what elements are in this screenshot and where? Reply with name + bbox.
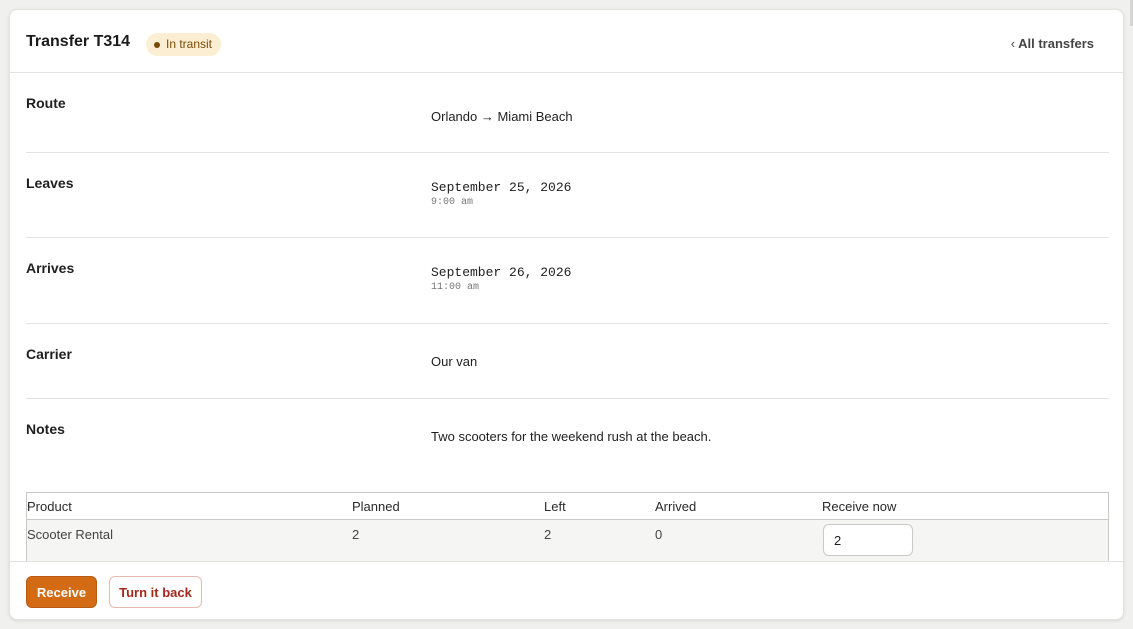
detail-row-carrier: Carrier Our van <box>26 324 1109 399</box>
status-badge: In transit <box>146 33 222 56</box>
notes-label: Notes <box>26 421 65 437</box>
detail-row-notes: Notes Two scooters for the weekend rush … <box>26 399 1109 479</box>
all-transfers-link[interactable]: ‹ All transfers <box>1011 36 1094 51</box>
detail-row-leaves: Leaves September 25, 2026 9:00 am <box>26 153 1109 238</box>
detail-list: Route Orlando → Miami Beach Leaves Septe… <box>26 73 1109 479</box>
arrives-time: 11:00 am <box>431 282 480 293</box>
detail-row-arrives: Arrives September 26, 2026 11:00 am <box>26 238 1109 324</box>
carrier-label: Carrier <box>26 346 72 362</box>
turn-it-back-button[interactable]: Turn it back <box>109 576 202 608</box>
chevron-left-icon: ‹ <box>1010 36 1016 51</box>
leaves-label: Leaves <box>26 175 74 191</box>
action-bar: Receive Turn it back <box>10 561 1123 619</box>
column-header-planned: Planned <box>352 499 400 514</box>
cell-product: Scooter Rental <box>27 527 113 542</box>
column-header-arrived: Arrived <box>655 499 697 514</box>
column-header-product: Product <box>27 499 72 514</box>
arrives-label: Arrives <box>26 260 75 276</box>
receive-button[interactable]: Receive <box>26 576 97 608</box>
table-row: Scooter Rental 2 2 0 <box>27 520 1108 561</box>
route-value: Orlando → Miami Beach <box>431 109 573 124</box>
leaves-date: September 25, 2026 <box>431 180 572 195</box>
arrives-date: September 26, 2026 <box>431 265 572 280</box>
table-header: Product Planned Left Arrived Receive now <box>27 493 1108 520</box>
receive-now-input[interactable] <box>823 524 913 556</box>
column-header-receive-now: Receive now <box>822 499 897 514</box>
leaves-time: 9:00 am <box>431 197 474 208</box>
cell-left: 2 <box>544 527 552 542</box>
route-label: Route <box>26 95 66 111</box>
transfer-detail-card: Transfer T314 In transit ‹ All transfers … <box>9 9 1124 620</box>
page-title: Transfer T314 <box>26 33 131 50</box>
line-items-table: Product Planned Left Arrived Receive now… <box>26 492 1109 561</box>
column-header-left: Left <box>544 499 566 514</box>
status-dot-icon <box>154 41 160 48</box>
cell-arrived: 0 <box>655 527 663 542</box>
status-badge-label: In transit <box>166 37 213 51</box>
notes-value: Two scooters for the weekend rush at the… <box>431 429 712 444</box>
card-header: Transfer T314 In transit ‹ All transfers <box>10 10 1123 73</box>
detail-row-route: Route Orlando → Miami Beach <box>26 73 1109 153</box>
all-transfers-label: All transfers <box>1018 36 1094 51</box>
carrier-value: Our van <box>431 354 478 369</box>
cell-planned: 2 <box>352 527 360 542</box>
